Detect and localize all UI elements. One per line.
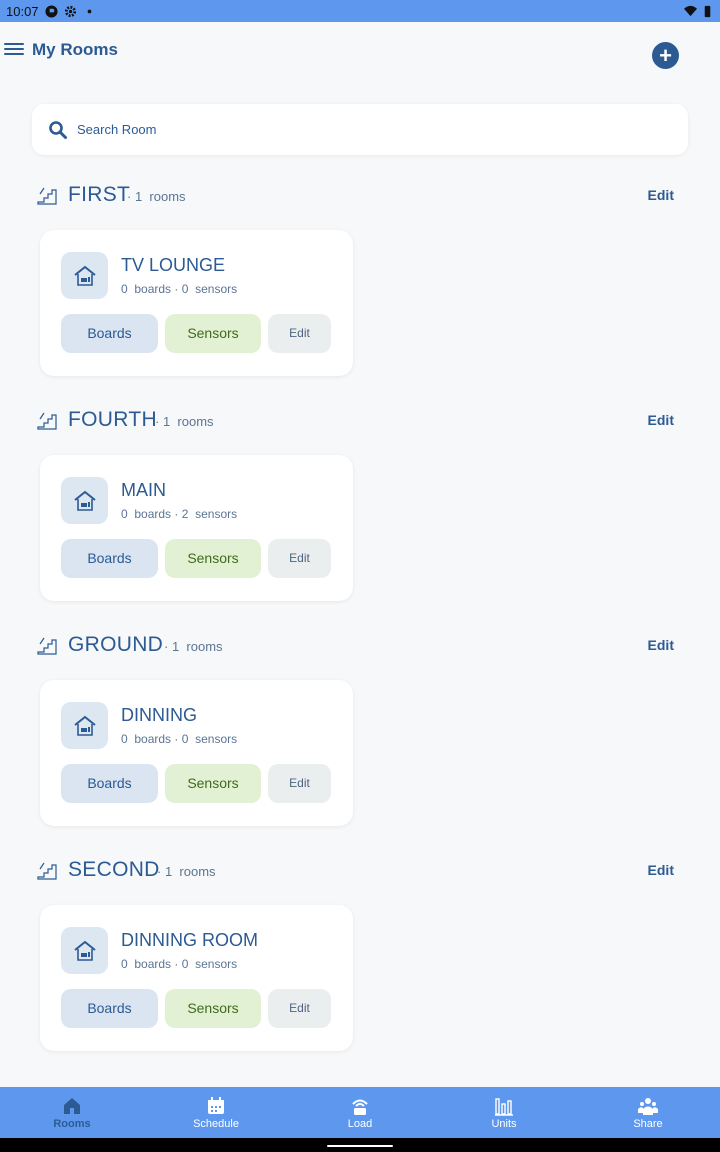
room-name: DINNING ROOM xyxy=(121,930,258,950)
dot-icon xyxy=(87,9,91,13)
room-edit-button[interactable]: Edit xyxy=(268,539,331,578)
room-meta: 0 boards · 2 sensors xyxy=(121,507,238,521)
search-bar xyxy=(32,104,688,155)
page-title: My Rooms xyxy=(32,40,118,59)
floor-room-count: · 1 rooms xyxy=(155,414,214,429)
floor-section-ground: GROUND · 1 rooms Edit xyxy=(0,633,720,663)
bar-chart-icon xyxy=(495,1097,513,1116)
room-icon xyxy=(61,702,108,749)
floor-edit-link[interactable]: Edit xyxy=(648,187,674,203)
settings-gear-icon xyxy=(64,5,76,17)
room-name: MAIN xyxy=(121,480,166,500)
room-icon xyxy=(61,477,108,524)
search-input[interactable] xyxy=(77,122,637,137)
room-card[interactable]: DINNING 0 boards · 0 sensors Boards Sens… xyxy=(40,680,353,826)
stairs-icon xyxy=(37,412,57,430)
floor-edit-link[interactable]: Edit xyxy=(648,637,674,653)
add-room-button[interactable]: + xyxy=(652,42,679,69)
search-icon xyxy=(49,120,67,139)
floor-section-second: SECOND · 1 rooms Edit xyxy=(0,858,720,888)
room-meta: 0 boards · 0 sensors xyxy=(121,957,238,971)
floor-name: FIRST xyxy=(68,183,131,206)
battery-icon xyxy=(704,5,711,17)
home-indicator[interactable] xyxy=(327,1145,393,1147)
room-card[interactable]: DINNING ROOM 0 boards · 0 sensors Boards… xyxy=(40,905,353,1051)
room-card[interactable]: TV LOUNGE 0 boards · 0 sensors Boards Se… xyxy=(40,230,353,376)
floor-header: FIRST · 1 rooms Edit xyxy=(0,183,720,213)
sensors-button[interactable]: Sensors xyxy=(165,764,261,803)
status-time: 10:07 xyxy=(6,3,39,19)
load-icon xyxy=(352,1099,368,1115)
nav-share[interactable]: Share xyxy=(576,1087,720,1138)
sensors-button[interactable]: Sensors xyxy=(165,539,261,578)
room-edit-button[interactable]: Edit xyxy=(268,764,331,803)
nav-label: Share xyxy=(633,1117,663,1130)
calendar-icon xyxy=(208,1096,224,1114)
boards-button[interactable]: Boards xyxy=(61,989,158,1028)
home-icon xyxy=(64,1097,80,1114)
floor-edit-link[interactable]: Edit xyxy=(648,412,674,428)
boards-button[interactable]: Boards xyxy=(61,764,158,803)
bottom-nav: Rooms Schedule Load Units Share xyxy=(0,1087,720,1138)
stairs-icon xyxy=(37,187,57,205)
room-icon xyxy=(61,252,108,299)
app-header: My Rooms + xyxy=(0,22,720,82)
floor-header: FOURTH · 1 rooms Edit xyxy=(0,408,720,438)
floor-section-first: FIRST · 1 rooms Edit xyxy=(0,183,720,213)
sensors-button[interactable]: Sensors xyxy=(165,314,261,353)
floor-room-count: · 1 rooms xyxy=(164,639,223,654)
boards-button[interactable]: Boards xyxy=(61,314,158,353)
floor-room-count: · 1 rooms xyxy=(157,864,216,879)
stairs-icon xyxy=(37,637,57,655)
app-notification-icon xyxy=(45,4,58,18)
floor-name: SECOND xyxy=(68,858,160,881)
room-name: DINNING xyxy=(121,705,197,725)
nav-load[interactable]: Load xyxy=(288,1087,432,1138)
floor-edit-link[interactable]: Edit xyxy=(648,862,674,878)
menu-icon[interactable] xyxy=(4,40,24,60)
nav-units[interactable]: Units xyxy=(432,1087,576,1138)
room-meta: 0 boards · 0 sensors xyxy=(121,732,238,746)
people-icon xyxy=(638,1097,658,1115)
status-bar: 10:07 xyxy=(0,0,720,22)
room-card[interactable]: MAIN 0 boards · 2 sensors Boards Sensors… xyxy=(40,455,353,601)
room-icon xyxy=(61,927,108,974)
room-meta: 0 boards · 0 sensors xyxy=(121,282,238,296)
nav-label: Schedule xyxy=(193,1117,239,1130)
floor-name: GROUND xyxy=(68,633,164,656)
room-name: TV LOUNGE xyxy=(121,255,226,275)
room-edit-button[interactable]: Edit xyxy=(268,989,331,1028)
floor-name: FOURTH xyxy=(68,408,157,431)
floor-section-fourth: FOURTH · 1 rooms Edit xyxy=(0,408,720,438)
sensors-button[interactable]: Sensors xyxy=(165,989,261,1028)
nav-rooms[interactable]: Rooms xyxy=(0,1087,144,1138)
nav-label: Rooms xyxy=(53,1117,91,1130)
floor-header: GROUND · 1 rooms Edit xyxy=(0,633,720,663)
nav-label: Units xyxy=(491,1117,517,1130)
room-edit-button[interactable]: Edit xyxy=(268,314,331,353)
boards-button[interactable]: Boards xyxy=(61,539,158,578)
stairs-icon xyxy=(37,862,57,880)
floor-room-count: · 1 rooms xyxy=(127,189,186,204)
floor-header: SECOND · 1 rooms Edit xyxy=(0,858,720,888)
nav-schedule[interactable]: Schedule xyxy=(144,1087,288,1138)
wifi-icon xyxy=(684,5,697,16)
nav-label: Load xyxy=(347,1117,373,1130)
